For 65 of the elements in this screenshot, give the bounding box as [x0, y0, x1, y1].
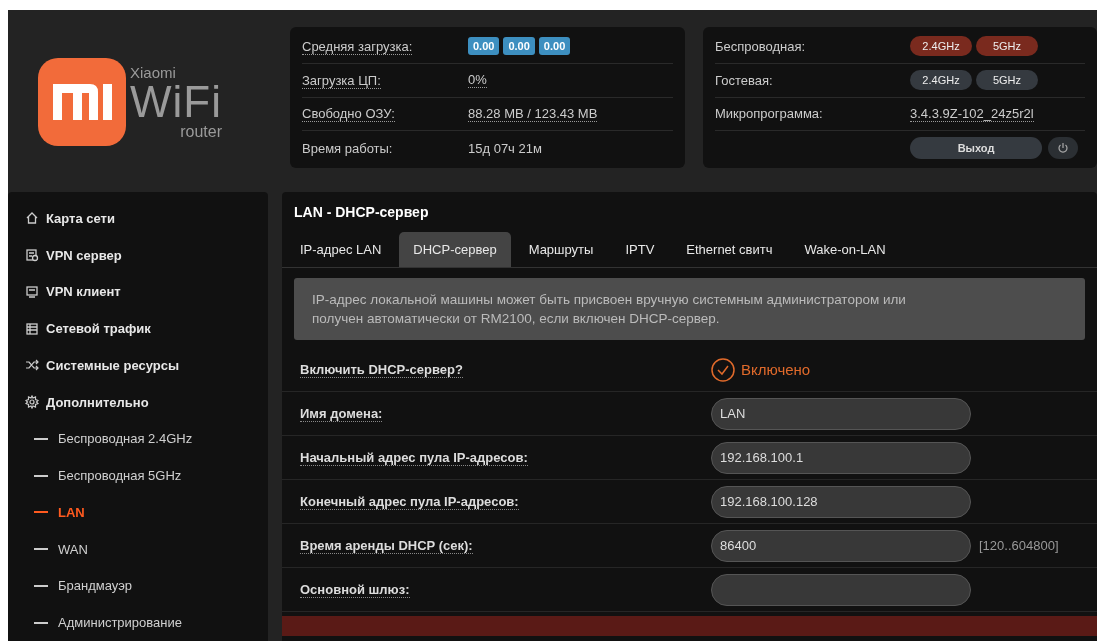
- tab[interactable]: Ethernet свитч: [672, 232, 787, 267]
- sidebar-item[interactable]: VPN сервер: [8, 236, 268, 274]
- check-circle-icon: [711, 357, 735, 382]
- field-label: Включить DHCP-сервер?: [300, 362, 463, 378]
- band-badge[interactable]: 5GHz: [976, 70, 1038, 91]
- status-value: 15д 07ч 21м: [468, 140, 542, 156]
- band-badge[interactable]: 2.4GHz: [910, 70, 972, 91]
- sidebar-item[interactable]: Дополнительно: [8, 383, 268, 421]
- tab[interactable]: IP-адрес LAN: [286, 232, 396, 267]
- input-field[interactable]: LAN: [711, 397, 971, 430]
- field-label: Основной шлюз:: [300, 582, 410, 598]
- status-label: Свободно ОЗУ:: [302, 106, 395, 123]
- sidebar-subitem[interactable]: Брандмауэр: [8, 567, 268, 605]
- input-field[interactable]: 192.168.100.1: [711, 441, 971, 474]
- tab[interactable]: DHCP-сервер: [399, 232, 511, 267]
- load-badge: 0.00: [538, 37, 571, 56]
- page-title: LAN - DHCP-сервер: [293, 203, 430, 222]
- monitor-icon: [25, 284, 39, 299]
- power-button[interactable]: [1048, 137, 1078, 160]
- sidebar-item[interactable]: Карта сети: [8, 200, 268, 237]
- field-label: Конечный адрес пула IP-адресов:: [300, 494, 519, 510]
- load-badge: 0.00: [468, 37, 500, 56]
- status-label: Загрузка ЦП:: [302, 72, 381, 89]
- field-label: Имя домена:: [300, 406, 383, 422]
- band-badge[interactable]: 2.4GHz: [910, 36, 972, 57]
- sidebar-subitem[interactable]: Администрирование: [8, 604, 268, 641]
- logo-icon: [38, 58, 126, 146]
- band-badge[interactable]: 5GHz: [976, 36, 1038, 57]
- firmware-version[interactable]: 3.4.3.9Z-102_24z5r2l: [910, 105, 1034, 122]
- input-field[interactable]: [711, 573, 971, 606]
- field-label: Начальный адрес пула IP-адресов:: [300, 450, 528, 466]
- power-icon: [1057, 142, 1069, 155]
- sidebar-item[interactable]: VPN клиент: [8, 273, 268, 311]
- brand-name: Xiaomi: [130, 64, 176, 80]
- status-label: Средняя загрузка:: [302, 38, 413, 55]
- status-value[interactable]: 0%: [468, 72, 487, 89]
- home-icon: [25, 211, 39, 226]
- sidebar-subitem[interactable]: WAN: [8, 530, 268, 568]
- enabled-toggle[interactable]: Включено: [711, 357, 811, 382]
- sidebar-subitem[interactable]: Беспроводная 2.4GHz: [8, 420, 268, 458]
- firmware-label: Микропрограмма:: [715, 106, 824, 122]
- shuffle-icon: [25, 358, 39, 373]
- table-icon: [25, 321, 39, 336]
- sidebar-item[interactable]: Сетевой трафик: [8, 310, 268, 347]
- input-field[interactable]: 86400: [711, 529, 971, 562]
- product-subtitle: router: [180, 123, 222, 140]
- sidebar-subitem[interactable]: Беспроводная 5GHz: [8, 457, 268, 494]
- load-badge: 0.00: [503, 37, 535, 56]
- logout-button[interactable]: Выход: [910, 137, 1042, 160]
- product-name: WiFi: [130, 79, 222, 124]
- tab[interactable]: IPTV: [611, 232, 669, 267]
- status-value[interactable]: 88.28 MB / 123.43 MB: [468, 105, 598, 122]
- field-label: Время аренды DHCP (сек):: [300, 538, 473, 554]
- input-field[interactable]: 192.168.100.128: [711, 485, 971, 518]
- tab[interactable]: Маршруты: [514, 232, 608, 267]
- sidebar-subitem[interactable]: LAN: [8, 494, 268, 531]
- sidebar-item[interactable]: Системные ресурсы: [8, 347, 268, 384]
- tab[interactable]: Wake-on-LAN: [790, 232, 900, 267]
- info-message: IP-адрес локальной машины может быть присвоен вручную системным администратором или получен автоматически от RM2100, если включен DHCP-сервер.: [294, 278, 1085, 340]
- radio-label: Гостевая:: [715, 72, 774, 88]
- status-label: Время работы:: [302, 140, 394, 156]
- settings-icon: [25, 395, 39, 410]
- range-hint: [120..604800]: [979, 538, 1059, 553]
- server-icon: [25, 248, 39, 263]
- radio-label: Беспроводная:: [715, 38, 807, 54]
